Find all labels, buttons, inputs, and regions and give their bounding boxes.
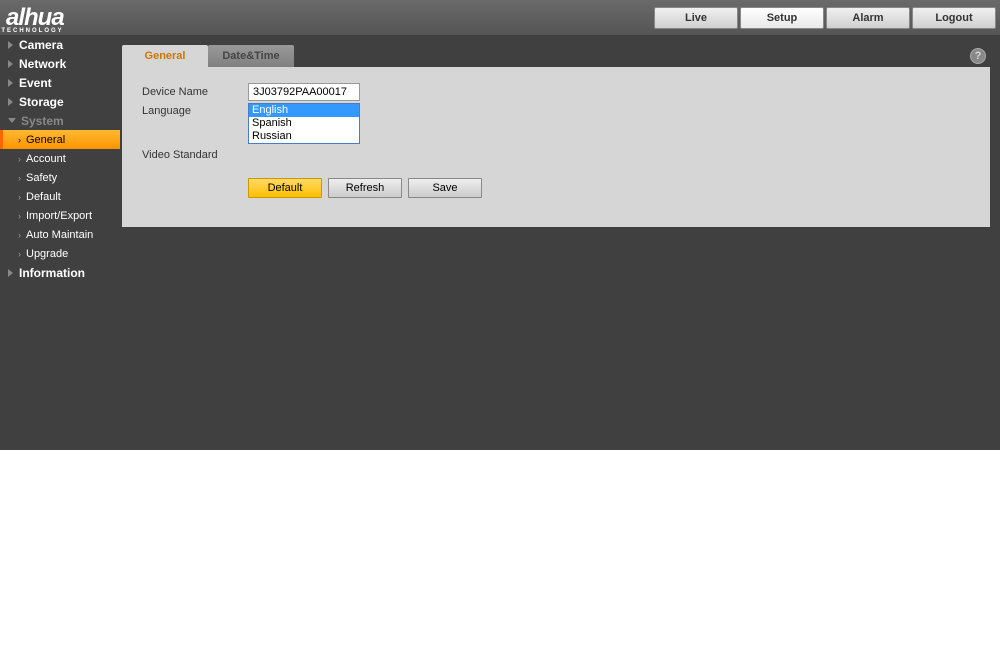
sidebar-item-information[interactable]: Information	[0, 263, 120, 282]
sidebar-item-event[interactable]: Event	[0, 73, 120, 92]
sidebar-label-system: System	[21, 114, 64, 128]
device-name-label: Device Name	[142, 86, 248, 98]
chevron-down-icon	[8, 118, 16, 123]
nav-live[interactable]: Live	[654, 7, 738, 29]
sidebar-sublabel: Safety	[26, 172, 57, 184]
sidebar-sublabel: General	[26, 134, 65, 146]
top-nav: Live Setup Alarm Logout	[654, 7, 1000, 29]
chevron-right-icon	[8, 60, 13, 68]
help-icon[interactable]: ?	[970, 48, 986, 64]
sidebar: Camera Network Event Storage System › Ge…	[0, 35, 120, 450]
chevron-right-icon: ›	[18, 249, 21, 259]
language-listbox[interactable]: English Spanish Russian	[248, 103, 360, 144]
chevron-right-icon: ›	[18, 211, 21, 221]
device-name-input[interactable]	[248, 83, 360, 101]
sidebar-item-system[interactable]: System	[0, 111, 120, 130]
content-area: General Date&Time ? Device Name Language…	[120, 35, 1000, 450]
sidebar-sublabel: Account	[26, 153, 66, 165]
sidebar-item-network[interactable]: Network	[0, 54, 120, 73]
video-standard-label: Video Standard	[142, 149, 248, 161]
sidebar-sublabel: Default	[26, 191, 61, 203]
nav-logout[interactable]: Logout	[912, 7, 996, 29]
language-option-spanish[interactable]: Spanish	[249, 117, 359, 130]
chevron-right-icon: ›	[18, 135, 21, 145]
chevron-right-icon	[8, 79, 13, 87]
sidebar-sublabel: Import/Export	[26, 210, 92, 222]
chevron-right-icon: ›	[18, 173, 21, 183]
refresh-button[interactable]: Refresh	[328, 178, 402, 198]
sidebar-item-camera[interactable]: Camera	[0, 35, 120, 54]
sidebar-item-storage[interactable]: Storage	[0, 92, 120, 111]
tab-bar: General Date&Time ?	[122, 45, 990, 67]
save-button[interactable]: Save	[408, 178, 482, 198]
sidebar-item-general[interactable]: › General	[0, 130, 120, 149]
sidebar-item-upgrade[interactable]: › Upgrade	[0, 244, 120, 263]
language-label: Language	[142, 103, 248, 117]
sidebar-item-account[interactable]: › Account	[0, 149, 120, 168]
settings-panel: Device Name Language English Spanish Rus…	[122, 67, 990, 227]
sidebar-sublabel: Auto Maintain	[26, 229, 93, 241]
sidebar-item-safety[interactable]: › Safety	[0, 168, 120, 187]
brand-logo: alhua TECHNOLOGY	[6, 4, 64, 32]
header-bar: alhua TECHNOLOGY Live Setup Alarm Logout	[0, 0, 1000, 35]
sidebar-label-camera: Camera	[19, 38, 63, 52]
sidebar-label-network: Network	[19, 57, 66, 71]
chevron-right-icon	[8, 269, 13, 277]
chevron-right-icon: ›	[18, 192, 21, 202]
language-option-russian[interactable]: Russian	[249, 130, 359, 143]
nav-alarm[interactable]: Alarm	[826, 7, 910, 29]
brand-subtitle: TECHNOLOGY	[1, 28, 63, 34]
tab-general[interactable]: General	[122, 45, 208, 67]
sidebar-label-event: Event	[19, 76, 52, 90]
sidebar-label-information: Information	[19, 266, 85, 280]
chevron-right-icon	[8, 98, 13, 106]
sidebar-item-auto-maintain[interactable]: › Auto Maintain	[0, 225, 120, 244]
default-button[interactable]: Default	[248, 178, 322, 198]
brand-name: alhua	[6, 4, 64, 31]
chevron-right-icon: ›	[18, 230, 21, 240]
nav-setup[interactable]: Setup	[740, 7, 824, 29]
sidebar-sublabel: Upgrade	[26, 248, 68, 260]
sidebar-label-storage: Storage	[19, 95, 64, 109]
language-option-english[interactable]: English	[249, 104, 359, 117]
chevron-right-icon: ›	[18, 154, 21, 164]
tab-datetime[interactable]: Date&Time	[208, 45, 294, 67]
chevron-right-icon	[8, 41, 13, 49]
sidebar-item-import-export[interactable]: › Import/Export	[0, 206, 120, 225]
sidebar-item-default[interactable]: › Default	[0, 187, 120, 206]
